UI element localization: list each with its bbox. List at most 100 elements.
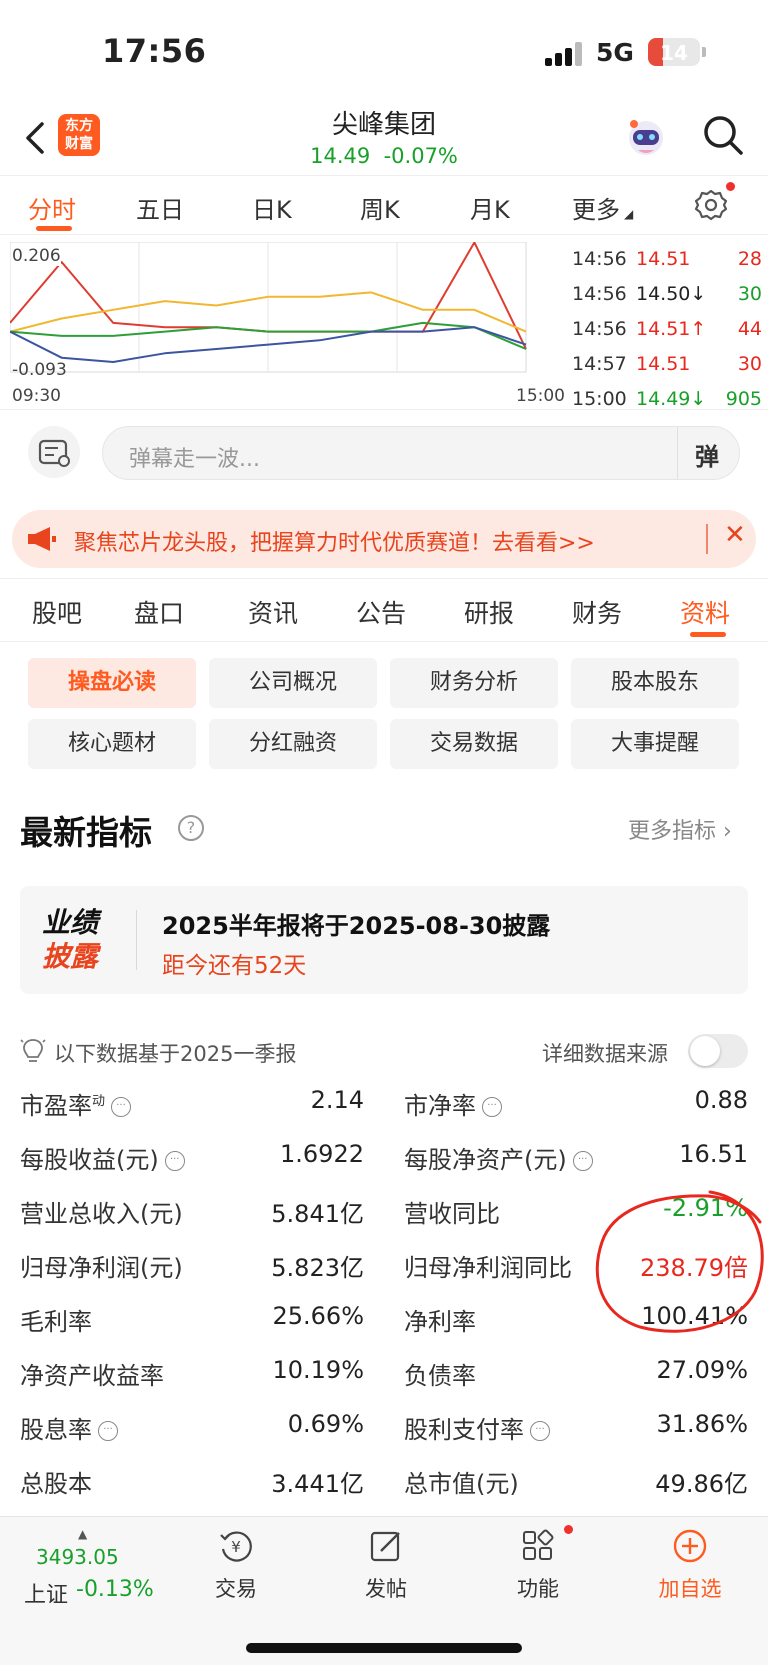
tick-volume: 30 [737,353,762,375]
metric-label: 毛利率 [20,1302,92,1337]
metric-label-text: 股利支付率 [404,1416,524,1444]
promo-banner[interactable]: 聚焦芯片龙头股，把握算力时代优质赛道！去看看>> ✕ [12,510,756,568]
trade-icon: ¥ [220,1531,252,1562]
robot-assistant-icon[interactable] [624,114,668,158]
more-indicators-link[interactable]: 更多指标 › [628,813,732,845]
metric-row: 毛利率 25.66% 净利率 100.41% [0,1296,768,1353]
subtab-company-overview[interactable]: 公司概况 [209,658,377,708]
subtab-dividends[interactable]: 分红融资 [209,719,377,769]
chart-period-tabs: 分时 五日 日K 周K 月K 更多 ◢ [0,175,768,235]
help-icon[interactable]: ? [178,815,204,841]
svg-text:¥: ¥ [231,1538,241,1556]
grid-icon [523,1529,554,1560]
nav-add-watchlist-label: 加自选 [658,1577,722,1601]
info-icon[interactable]: ··· [482,1097,502,1117]
nav-post-label: 发帖 [365,1577,407,1601]
search-icon[interactable] [702,114,744,156]
lightbulb-icon [20,1039,46,1062]
nav-trade[interactable]: ¥ 交易 [186,1527,286,1603]
subtab-shareholders[interactable]: 股本股东 [571,658,739,708]
tick-row: 14:57 14.51 30 [572,347,764,382]
tab-finance[interactable]: 财务 [572,594,622,630]
status-bar: 17:56 5G 14 [0,0,768,100]
tab-more[interactable]: 更多 ◢ [572,190,633,225]
divider [0,578,768,579]
metric-value: 5.823亿 [271,1254,364,1282]
metric-value: 5.841亿 [271,1200,364,1228]
banner-divider [706,524,708,554]
tick-row: 14:56 14.51↑ 44 [572,312,764,347]
badge-top: 业绩 [42,906,99,939]
metric-row: 归母净利润(元) 5.823亿 归母净利润同比 238.79倍 [0,1242,768,1299]
nav-post[interactable]: 发帖 [336,1527,436,1603]
subtab-financial-analysis[interactable]: 财务分析 [390,658,558,708]
intraday-chart[interactable]: 0.206 -0.093 09:30 15:00 14:56 14.51 28 14:… [0,236,768,410]
danmu-settings-icon[interactable] [28,426,80,478]
subtab-trading-data[interactable]: 交易数据 [390,719,558,769]
tab-weekly-k[interactable]: 周K [360,190,400,225]
tick-price-value: 14.51 [636,318,691,340]
earnings-disclosure-card[interactable]: 业绩 披露 2025半年报将于2025-08-30披露 距今还有52天 [20,886,748,994]
metric-row: 股息率 ··· 0.69% 股利支付率 ··· 31.86% [0,1404,768,1461]
megaphone-icon [28,527,56,551]
tick-row: 14:56 14.50↓ 30 [572,277,764,312]
tab-research[interactable]: 研报 [464,594,514,630]
metric-row: 每股收益(元) ··· 1.6922 每股净资产(元) ··· 16.51 [0,1134,768,1191]
network-type: 5G [596,38,634,67]
metric-superscript: 动 [92,1094,106,1109]
active-tab-indicator [36,226,72,231]
disclosure-badge: 业绩 披露 [42,906,112,974]
x-axis-start-label: 09:30 [12,386,61,406]
metric-label: 总股本 [20,1464,92,1499]
metric-label: 每股净资产(元) ··· [404,1140,593,1175]
data-source-label: 详细数据来源 [542,1042,668,1066]
danmu-bar: 弹幕走一波... 弹 [0,410,768,498]
tab-more-label: 更多 [572,196,620,224]
info-icon[interactable]: ··· [572,1151,593,1171]
tick-direction: ↓ [690,283,707,305]
danmu-placeholder: 弹幕走一波... [129,447,260,472]
close-icon[interactable]: ✕ [724,520,746,550]
danmu-input[interactable]: 弹幕走一波... 弹 [102,426,740,480]
tab-daily-k[interactable]: 日K [252,190,292,225]
metric-label: 市净率 ··· [404,1086,502,1121]
danmu-toggle-button[interactable]: 弹 [695,437,719,472]
chart-grid [10,242,527,373]
metric-label: 净资产收益率 [20,1356,164,1391]
nav-functions[interactable]: 功能 [488,1527,588,1603]
data-source-toggle[interactable] [688,1034,748,1068]
tick-time: 15:00 [572,388,627,410]
disclosure-countdown: 距今还有52天 [162,953,307,979]
metric-value: 100.41% [641,1302,748,1330]
tick-time: 14:56 [572,318,627,340]
tick-direction: ↑ [690,318,707,340]
tick-price: 14.50↓ [636,283,706,305]
tick-price-value: 14.51 [636,248,691,270]
subtab-core-themes[interactable]: 核心题材 [28,719,196,769]
metric-value: 31.86% [656,1410,748,1438]
nav-add-watchlist[interactable]: 加自选 [640,1527,740,1603]
signal-icon [545,42,585,66]
subtab-events[interactable]: 大事提醒 [571,719,739,769]
tab-announcements[interactable]: 公告 [356,594,406,630]
tick-price: 14.49↓ [636,388,706,410]
metric-value: 16.51 [679,1140,748,1168]
info-icon[interactable]: ··· [98,1421,118,1441]
tick-price-value: 14.49 [636,388,691,410]
tab-pankou[interactable]: 盘口 [134,594,184,630]
tick-volume: 44 [737,318,762,340]
metric-label-text: 净利率 [404,1308,476,1336]
info-icon[interactable]: ··· [164,1151,185,1171]
subtab-must-read[interactable]: 操盘必读 [28,658,196,708]
tab-profile[interactable]: 资料 [680,594,730,630]
tab-monthly-k[interactable]: 月K [470,190,510,225]
metric-value: 49.86亿 [655,1470,748,1498]
tab-guba[interactable]: 股吧 [32,594,82,630]
battery-icon: 14 [648,38,700,66]
tab-news[interactable]: 资讯 [248,594,298,630]
info-icon[interactable]: ··· [111,1097,132,1117]
info-icon[interactable]: ··· [530,1421,550,1441]
tab-intraday[interactable]: 分时 [28,190,76,225]
tab-five-day[interactable]: 五日 [136,190,184,225]
gear-icon[interactable] [694,188,728,222]
